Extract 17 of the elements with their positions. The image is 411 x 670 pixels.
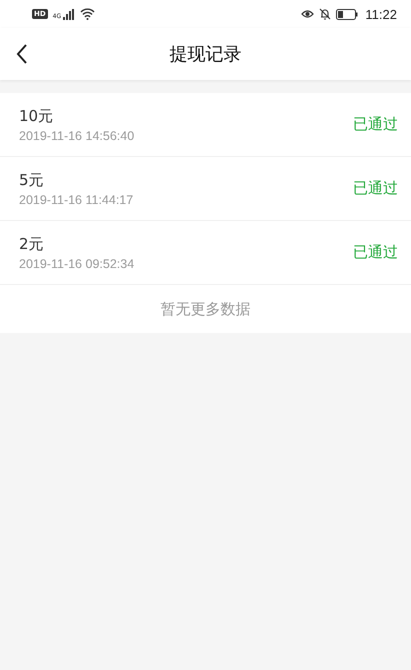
record-time: 2019-11-16 11:44:17 bbox=[19, 192, 134, 206]
status-text: 已通过 bbox=[353, 179, 398, 198]
status-text: 已通过 bbox=[353, 115, 398, 134]
signal-icon bbox=[63, 8, 76, 20]
record-time: 2019-11-16 14:56:40 bbox=[19, 128, 134, 142]
record-time: 2019-11-16 09:52:34 bbox=[19, 256, 134, 270]
status-text: 已通过 bbox=[353, 243, 398, 262]
eye-icon bbox=[301, 9, 314, 19]
no-more-data-text: 暂无更多数据 bbox=[160, 300, 250, 318]
amount-text: 10元 bbox=[19, 106, 54, 126]
amount-text: 2元 bbox=[19, 234, 45, 254]
wifi-icon bbox=[80, 8, 96, 20]
clock-time: 11:22 bbox=[365, 6, 397, 22]
battery-icon bbox=[336, 8, 358, 20]
muted-bell-icon bbox=[319, 8, 332, 20]
amount-text: 5元 bbox=[19, 170, 45, 190]
page-title: 提现记录 bbox=[170, 43, 242, 66]
